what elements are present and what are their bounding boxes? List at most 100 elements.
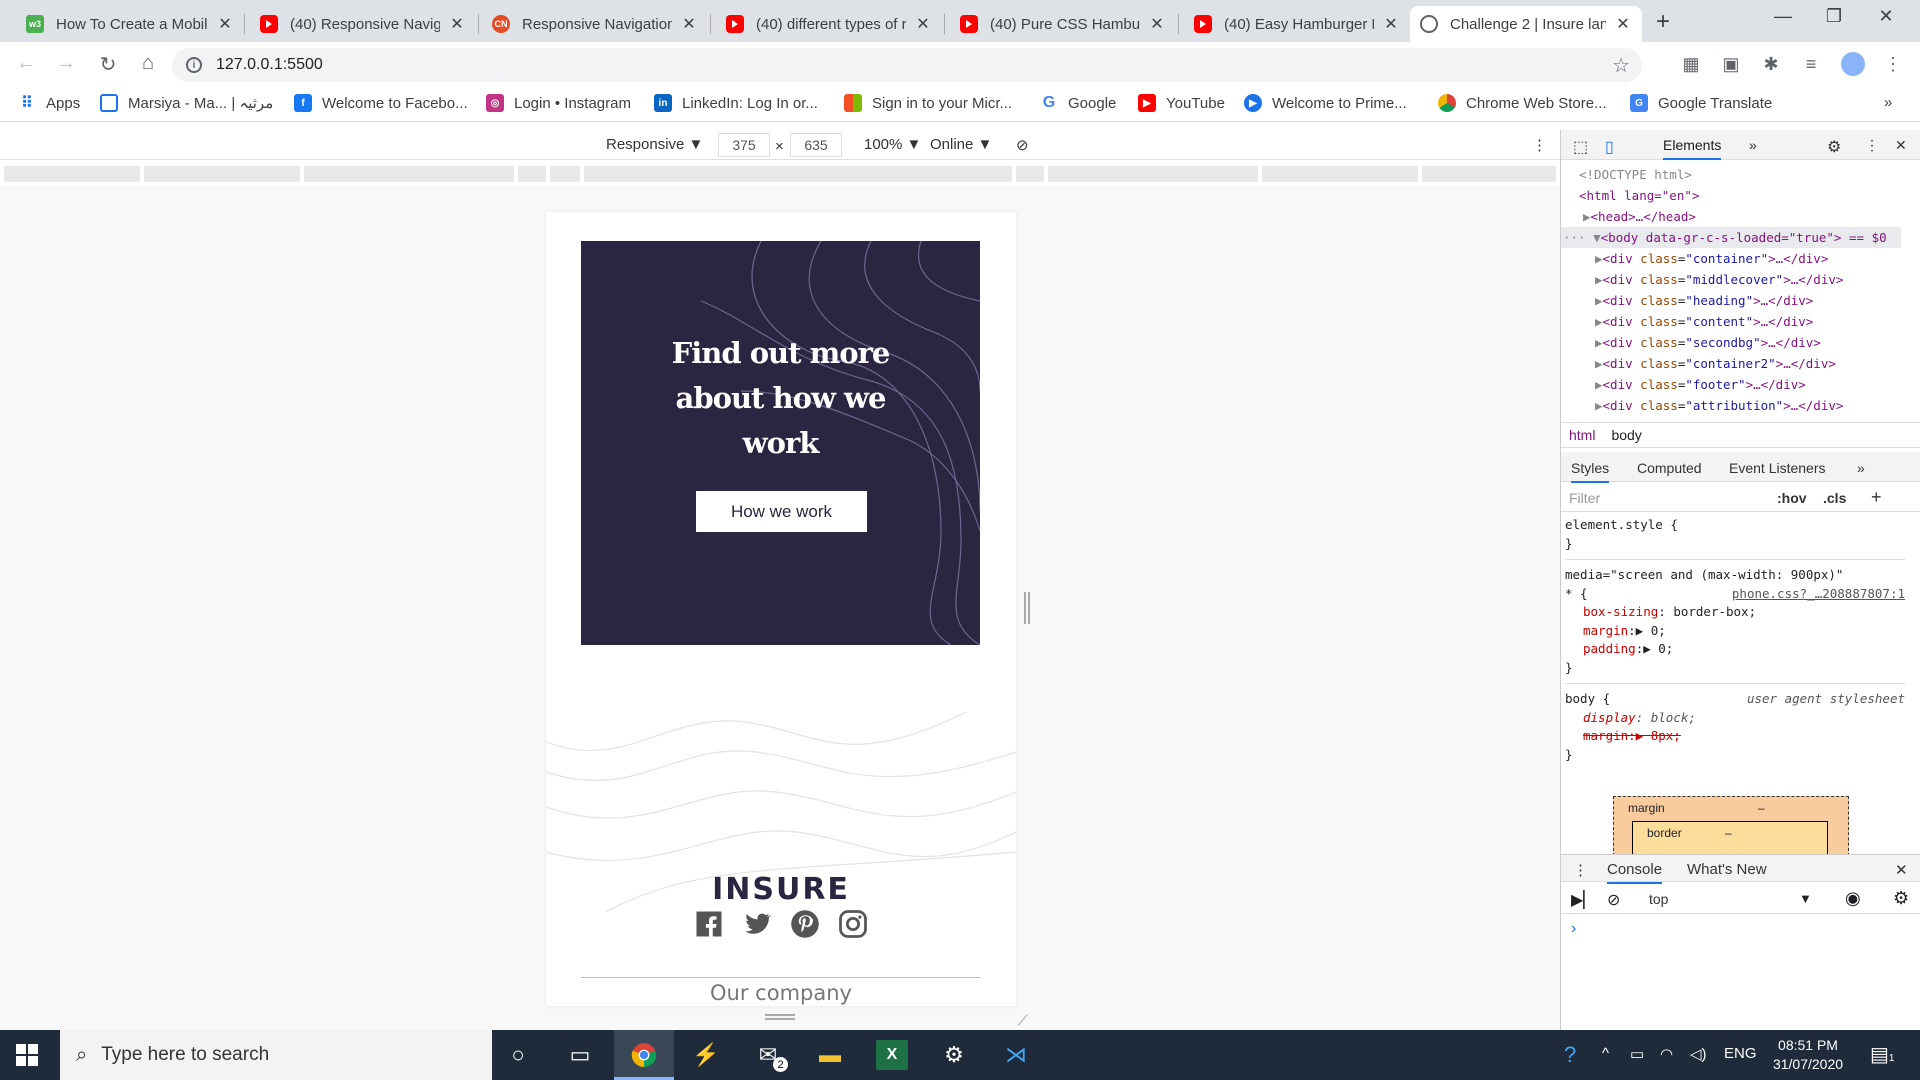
footer-heading[interactable]: Our company — [546, 981, 1016, 1005]
dom-child[interactable]: ▶<div class="footer">…</div> — [1561, 374, 1901, 395]
clear-console-icon[interactable]: ⊘ — [1607, 890, 1620, 910]
back-arrow-icon[interactable]: ← — [12, 52, 40, 75]
network-throttle-select[interactable]: Online ▼ — [930, 136, 992, 153]
tab-styles[interactable]: Styles — [1571, 460, 1610, 483]
home-icon[interactable]: ⌂ — [134, 52, 162, 75]
chevron-up-icon[interactable]: ^ — [1602, 1045, 1609, 1062]
close-icon[interactable]: ✕ — [1148, 14, 1166, 34]
device-mode-select[interactable]: Responsive ▼ — [606, 136, 703, 153]
tab-3[interactable]: CN Responsive Navigation ✕ — [482, 6, 708, 42]
bookmark-microsoft[interactable]: Sign in to your Micr... — [844, 94, 1012, 112]
box-model-margin-value[interactable]: – — [1758, 801, 1765, 815]
rule-source-link[interactable]: phone.css?_…208887807:1 — [1732, 585, 1905, 604]
eye-icon[interactable]: ◉ — [1845, 888, 1861, 909]
how-we-work-button[interactable]: How we work — [696, 491, 867, 532]
tab-whats-new[interactable]: What's New — [1687, 861, 1767, 878]
tab-computed[interactable]: Computed — [1637, 460, 1702, 476]
dom-child[interactable]: ▶<div class="attribution">…</div> — [1561, 395, 1901, 416]
expand-triangle-icon[interactable]: ▶ — [1595, 335, 1603, 350]
more-tabs-icon[interactable]: » — [1749, 137, 1757, 153]
filter-input[interactable]: Filter — [1569, 490, 1769, 506]
dom-child[interactable]: ▶<div class="container">…</div> — [1561, 248, 1901, 269]
wifi-icon[interactable]: ◠ — [1660, 1045, 1673, 1063]
bookmark-prime[interactable]: ▶ Welcome to Prime... — [1244, 94, 1407, 112]
extension-icon[interactable]: ▣ — [1718, 54, 1744, 75]
instagram-icon[interactable] — [838, 909, 868, 939]
bookmark-instagram[interactable]: ◎ Login • Instagram — [486, 94, 631, 112]
bookmark-youtube[interactable]: ▶ YouTube — [1138, 94, 1225, 112]
width-input[interactable]: 375 — [718, 133, 770, 157]
maximize-icon[interactable]: ❐ — [1814, 6, 1854, 27]
rule-decl-overridden[interactable]: margin:▶ 8px; — [1565, 727, 1905, 746]
language-indicator[interactable]: ENG — [1724, 1045, 1757, 1062]
dom-child[interactable]: ▶<div class="heading">…</div> — [1561, 290, 1901, 311]
console-prompt-icon[interactable]: › — [1571, 920, 1576, 938]
dom-child[interactable]: ▶<div class="container2">…</div> — [1561, 353, 1901, 374]
pinterest-icon[interactable] — [790, 909, 820, 939]
cortana-icon[interactable]: ○ — [502, 1040, 534, 1070]
bookmarks-overflow-icon[interactable]: » — [1884, 94, 1892, 111]
close-icon[interactable]: ✕ — [1382, 14, 1400, 34]
new-tab-plus-icon[interactable]: + — [1656, 8, 1670, 36]
minimize-icon[interactable]: — — [1763, 6, 1803, 27]
taskbar-search[interactable]: ⌕ Type here to search — [60, 1030, 492, 1080]
tab-2[interactable]: (40) Responsive Naviga ✕ — [250, 6, 476, 42]
expand-triangle-icon[interactable]: ▶ — [1595, 314, 1603, 329]
hov-toggle[interactable]: :hov — [1777, 490, 1807, 506]
dom-child[interactable]: ▶<div class="middlecover">…</div> — [1561, 269, 1901, 290]
bookmark-marsiya[interactable]: Marsiya - Ma... | مرثیہ — [100, 94, 273, 112]
expand-triangle-icon[interactable]: ▶ — [1595, 356, 1603, 371]
drawer-menu-icon[interactable]: ⋮ — [1573, 861, 1588, 879]
media-query-segment[interactable] — [518, 166, 546, 182]
bookmark-chrome-store[interactable]: Chrome Web Store... — [1438, 94, 1607, 112]
media-query-segment[interactable] — [1262, 166, 1418, 182]
media-icon[interactable]: ≡ — [1798, 54, 1824, 75]
cls-toggle[interactable]: .cls — [1823, 490, 1846, 506]
rotate-icon[interactable]: ⊘ — [1016, 136, 1029, 154]
bookmark-facebook[interactable]: f Welcome to Facebo... — [294, 94, 468, 112]
more-tabs-icon[interactable]: » — [1857, 460, 1865, 476]
tab-6[interactable]: (40) Easy Hamburger M ✕ — [1184, 6, 1410, 42]
media-query-segment[interactable] — [1016, 166, 1044, 182]
tab-5[interactable]: (40) Pure CSS Hamburg ✕ — [950, 6, 1176, 42]
puzzle-icon[interactable]: ✱ — [1758, 54, 1784, 75]
settings-gear-icon[interactable]: ⚙ — [1827, 137, 1841, 157]
inspect-element-icon[interactable]: ⬚ — [1573, 137, 1588, 157]
box-model-border-value[interactable]: – — [1725, 826, 1732, 840]
media-query-bar[interactable] — [0, 162, 1560, 186]
close-icon[interactable]: ✕ — [448, 14, 466, 34]
bookmark-google[interactable]: G Google — [1040, 94, 1117, 112]
rule-decl[interactable]: box-sizing: border-box; — [1565, 603, 1905, 622]
bookmark-apps[interactable]: ⠿ Apps — [18, 94, 80, 113]
sidebar-toggle-icon[interactable]: ▶▏ — [1571, 890, 1596, 910]
notification-icon[interactable]: ▤1 — [1870, 1042, 1894, 1067]
expand-triangle-icon[interactable]: ▶ — [1583, 209, 1591, 224]
insure-logo[interactable]: INSURE — [546, 872, 1016, 907]
forward-arrow-icon[interactable]: → — [52, 52, 80, 75]
media-query-segment[interactable] — [1048, 166, 1258, 182]
dom-html[interactable]: <html lang="en"> — [1561, 185, 1901, 206]
new-rule-plus-icon[interactable]: + — [1871, 487, 1882, 508]
expand-triangle-icon[interactable]: ▶ — [1595, 272, 1603, 287]
media-query-segment[interactable] — [304, 166, 514, 182]
breadcrumb-html[interactable]: html — [1569, 427, 1595, 443]
file-explorer-icon[interactable]: ▬ — [814, 1040, 846, 1070]
zoom-select[interactable]: 100% ▼ — [864, 136, 921, 153]
windows-start-icon[interactable] — [16, 1044, 38, 1066]
tab-1[interactable]: w3 How To Create a Mobile ✕ — [16, 6, 244, 42]
close-icon[interactable]: ✕ — [1614, 14, 1632, 34]
profile-avatar[interactable] — [1841, 52, 1865, 76]
media-query-segment[interactable] — [584, 166, 1012, 182]
facebook-icon[interactable] — [694, 909, 724, 939]
tab-console[interactable]: Console — [1607, 861, 1663, 884]
dom-body[interactable]: ··· ▼<body data-gr-c-s-loaded="true"> ==… — [1561, 227, 1901, 248]
chrome-icon[interactable] — [628, 1040, 660, 1070]
dom-child[interactable]: ▶<div class="secondbg">…</div> — [1561, 332, 1901, 353]
battery-icon[interactable]: ▭ — [1630, 1045, 1644, 1063]
viewport-resize-handle-bottom[interactable] — [765, 1014, 795, 1020]
chevron-down-icon[interactable]: ▼ — [1799, 891, 1812, 906]
devtools-menu-icon[interactable]: ⋮ — [1865, 137, 1879, 154]
console-context-select[interactable]: top — [1649, 891, 1668, 907]
device-toggle-icon[interactable]: ▯ — [1605, 137, 1614, 157]
vscode-icon[interactable]: ⋊ — [1000, 1040, 1032, 1070]
